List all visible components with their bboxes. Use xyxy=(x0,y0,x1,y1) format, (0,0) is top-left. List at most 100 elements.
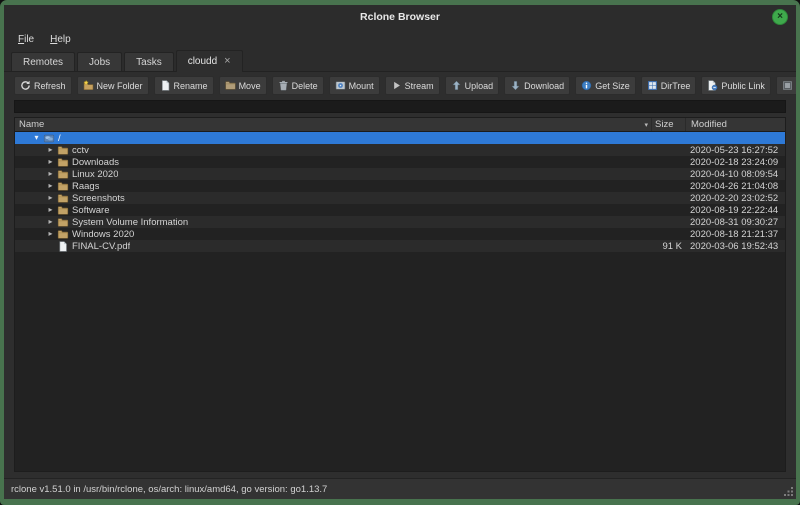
table-row[interactable]: ▸ cctv 2020-05-23 16:27:52 xyxy=(15,144,785,156)
row-name-label: Downloads xyxy=(72,157,119,168)
tab-jobs[interactable]: Jobs xyxy=(77,52,122,71)
tab-label: Remotes xyxy=(23,57,63,68)
move-button[interactable]: Move xyxy=(219,76,267,95)
column-header-name[interactable]: Name ▾ xyxy=(15,118,651,131)
cell-name: ▸ cctv xyxy=(15,145,651,156)
menu-help[interactable]: Help xyxy=(42,32,79,47)
cell-name: FINAL-CV.pdf xyxy=(15,241,651,252)
refresh-button[interactable]: Refresh xyxy=(14,76,72,95)
folder-icon xyxy=(57,217,69,228)
dirtree-icon xyxy=(647,80,658,91)
folder-icon xyxy=(57,229,69,240)
delete-icon xyxy=(278,80,289,91)
expander-icon[interactable]: ▾ xyxy=(31,134,42,142)
row-name-label: System Volume Information xyxy=(72,217,188,228)
cell-modified: 2020-04-10 08:09:54 xyxy=(685,169,785,180)
expander-icon[interactable]: ▸ xyxy=(45,194,56,202)
menubar: File Help xyxy=(4,29,796,49)
tab-label: Tasks xyxy=(136,57,162,68)
folder-icon xyxy=(57,205,69,216)
expander-icon[interactable]: ▸ xyxy=(45,146,56,154)
menu-file[interactable]: File xyxy=(10,32,42,47)
delete-button[interactable]: Delete xyxy=(272,76,324,95)
download-icon xyxy=(510,80,521,91)
column-header-modified[interactable]: Modified xyxy=(685,118,785,131)
new-folder-button[interactable]: New Folder xyxy=(77,76,149,95)
mount-icon xyxy=(335,80,346,91)
tab-label: cloudd xyxy=(188,56,217,67)
move-icon xyxy=(225,80,236,91)
tree-body: ▾ / ▸ cctv 2020-05-23 16:27:52 ▸ Downloa… xyxy=(15,132,785,471)
stream-icon xyxy=(391,80,402,91)
tab-tasks[interactable]: Tasks xyxy=(124,52,174,71)
folder-icon xyxy=(57,181,69,192)
resize-grip[interactable] xyxy=(783,486,794,497)
dirtree-button[interactable]: DirTree xyxy=(641,76,697,95)
table-row[interactable]: ▸ Downloads 2020-02-18 23:24:09 xyxy=(15,156,785,168)
table-row[interactable]: ▸ System Volume Information 2020-08-31 0… xyxy=(15,216,785,228)
download-button[interactable]: Download xyxy=(504,76,570,95)
get-size-button[interactable]: Get Size xyxy=(575,76,636,95)
export-icon xyxy=(782,80,793,91)
cell-name: ▸ Software xyxy=(15,205,651,216)
new-folder-icon xyxy=(83,80,94,91)
expander-icon[interactable]: ▸ xyxy=(45,170,56,178)
titlebar[interactable]: Rclone Browser × xyxy=(4,5,796,29)
tab-cloudd[interactable]: cloudd × xyxy=(176,50,243,72)
status-text: rclone v1.51.0 in /usr/bin/rclone, os/ar… xyxy=(11,484,327,495)
table-row[interactable]: ▸ Software 2020-08-19 22:22:44 xyxy=(15,204,785,216)
close-window-button[interactable]: × xyxy=(772,9,788,25)
cell-name: ▸ Linux 2020 xyxy=(15,169,651,180)
table-row[interactable]: ▸ Linux 2020 2020-04-10 08:09:54 xyxy=(15,168,785,180)
row-name-label: FINAL-CV.pdf xyxy=(72,241,130,252)
column-header-size[interactable]: Size xyxy=(651,118,685,131)
expander-icon[interactable]: ▸ xyxy=(45,158,56,166)
refresh-icon xyxy=(20,80,31,91)
cell-name: ▸ Downloads xyxy=(15,157,651,168)
cell-modified: 2020-08-19 22:22:44 xyxy=(685,205,785,216)
tree-header: Name ▾ Size Modified xyxy=(15,118,785,132)
table-row[interactable]: ▸ Raags 2020-04-26 21:04:08 xyxy=(15,180,785,192)
mount-button[interactable]: Mount xyxy=(329,76,380,95)
path-input[interactable] xyxy=(15,101,785,112)
rename-button[interactable]: Rename xyxy=(154,76,214,95)
cell-modified: 2020-03-06 19:52:43 xyxy=(685,241,785,252)
row-name-label: Windows 2020 xyxy=(72,229,134,240)
cell-modified: 2020-05-23 16:27:52 xyxy=(685,145,785,156)
cell-name: ▸ Screenshots xyxy=(15,193,651,204)
row-name-label: Screenshots xyxy=(72,193,125,204)
app-window: Rclone Browser × File Help Remotes Jobs … xyxy=(0,0,800,505)
window-title: Rclone Browser xyxy=(360,11,440,23)
window-frame: Rclone Browser × File Help Remotes Jobs … xyxy=(4,5,796,499)
expander-icon[interactable]: ▸ xyxy=(45,182,56,190)
cell-modified: 2020-08-31 09:30:27 xyxy=(685,217,785,228)
stream-button[interactable]: Stream xyxy=(385,76,440,95)
expander-icon[interactable]: ▸ xyxy=(45,218,56,226)
upload-button[interactable]: Upload xyxy=(445,76,500,95)
toolbar: Refresh New Folder Rename Move Delete Mo… xyxy=(14,76,786,95)
tab-close-icon[interactable]: × xyxy=(224,56,230,67)
expander-icon[interactable]: ▸ xyxy=(45,206,56,214)
cell-modified: 2020-02-18 23:24:09 xyxy=(685,157,785,168)
table-row[interactable]: ▸ Screenshots 2020-02-20 23:02:52 xyxy=(15,192,785,204)
tab-label: Jobs xyxy=(89,57,110,68)
column-name-label: Name xyxy=(19,119,44,130)
cell-name: ▸ Windows 2020 xyxy=(15,229,651,240)
cell-name: ▸ Raags xyxy=(15,181,651,192)
table-row[interactable]: ▸ Windows 2020 2020-08-18 21:21:37 xyxy=(15,228,785,240)
file-tree: Name ▾ Size Modified ▾ / xyxy=(14,117,786,472)
expander-icon[interactable]: ▸ xyxy=(45,230,56,238)
export-button[interactable]: Export xyxy=(776,76,796,95)
close-icon: × xyxy=(777,12,783,22)
row-name-label: Software xyxy=(72,205,110,216)
column-modified-label: Modified xyxy=(691,119,727,130)
table-row[interactable]: FINAL-CV.pdf 91 K 2020-03-06 19:52:43 xyxy=(15,240,785,252)
public-link-button[interactable]: Public Link xyxy=(701,76,771,95)
column-size-label: Size xyxy=(655,119,673,130)
cell-modified: 2020-08-18 21:21:37 xyxy=(685,229,785,240)
folder-icon xyxy=(57,157,69,168)
tab-remotes[interactable]: Remotes xyxy=(11,52,75,71)
row-name-label: / xyxy=(58,133,61,144)
table-row[interactable]: ▾ / xyxy=(15,132,785,144)
tab-pane: Refresh New Folder Rename Move Delete Mo… xyxy=(4,72,796,478)
